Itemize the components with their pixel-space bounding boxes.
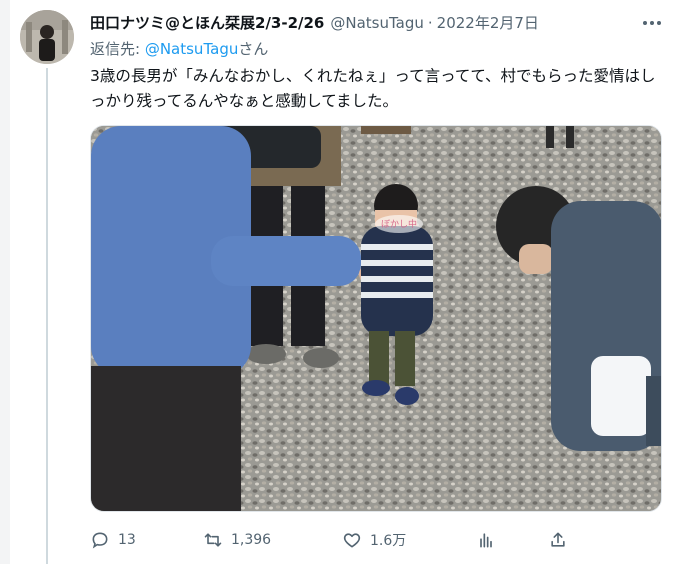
retweet-count: 1,396	[231, 532, 272, 548]
tweet-header: 田口ナツミ@とほん栞展2/3-2/26 @NatsuTagu · 2022年2月…	[90, 12, 539, 34]
reply-count: 13	[118, 532, 136, 548]
reply-prefix: 返信先:	[90, 40, 145, 58]
blur-label: ぼかし中	[381, 218, 417, 230]
user-handle[interactable]: @NatsuTagu	[330, 14, 424, 32]
left-rail	[0, 0, 10, 564]
tweet: 田口ナツミ@とほん栞展2/3-2/26 @NatsuTagu · 2022年2月…	[0, 0, 680, 564]
retweet-icon	[204, 533, 222, 547]
reply-button[interactable]: 13	[90, 528, 136, 552]
like-count: 1.6万	[370, 533, 407, 549]
reply-to-link[interactable]: @NatsuTagu	[145, 40, 239, 58]
analytics-button[interactable]	[476, 528, 496, 552]
tweet-actions: 13 1,396 1.6万	[90, 528, 670, 552]
tweet-text: 3歳の長男が「みんなおかし、くれたねぇ」って言ってて、村でもらった愛情はしっかり…	[90, 67, 656, 110]
analytics-icon	[480, 533, 492, 548]
tweet-photo[interactable]: ぼかし中	[90, 125, 662, 512]
reply-to: 返信先: @NatsuTaguさん	[90, 38, 268, 59]
like-icon	[343, 533, 361, 548]
avatar[interactable]	[20, 10, 74, 64]
reply-suffix: さん	[238, 40, 269, 58]
tweet-date[interactable]: 2022年2月7日	[437, 12, 539, 33]
retweet-button[interactable]: 1,396	[203, 528, 271, 552]
like-button[interactable]: 1.6万	[342, 528, 406, 552]
share-icon	[551, 532, 565, 547]
more-icon[interactable]	[636, 14, 668, 32]
separator-dot: ·	[427, 14, 433, 32]
display-name[interactable]: 田口ナツミ@とほん栞展2/3-2/26	[90, 12, 324, 33]
share-button[interactable]	[548, 528, 568, 552]
reply-icon	[92, 532, 108, 549]
thread-line	[46, 68, 48, 564]
